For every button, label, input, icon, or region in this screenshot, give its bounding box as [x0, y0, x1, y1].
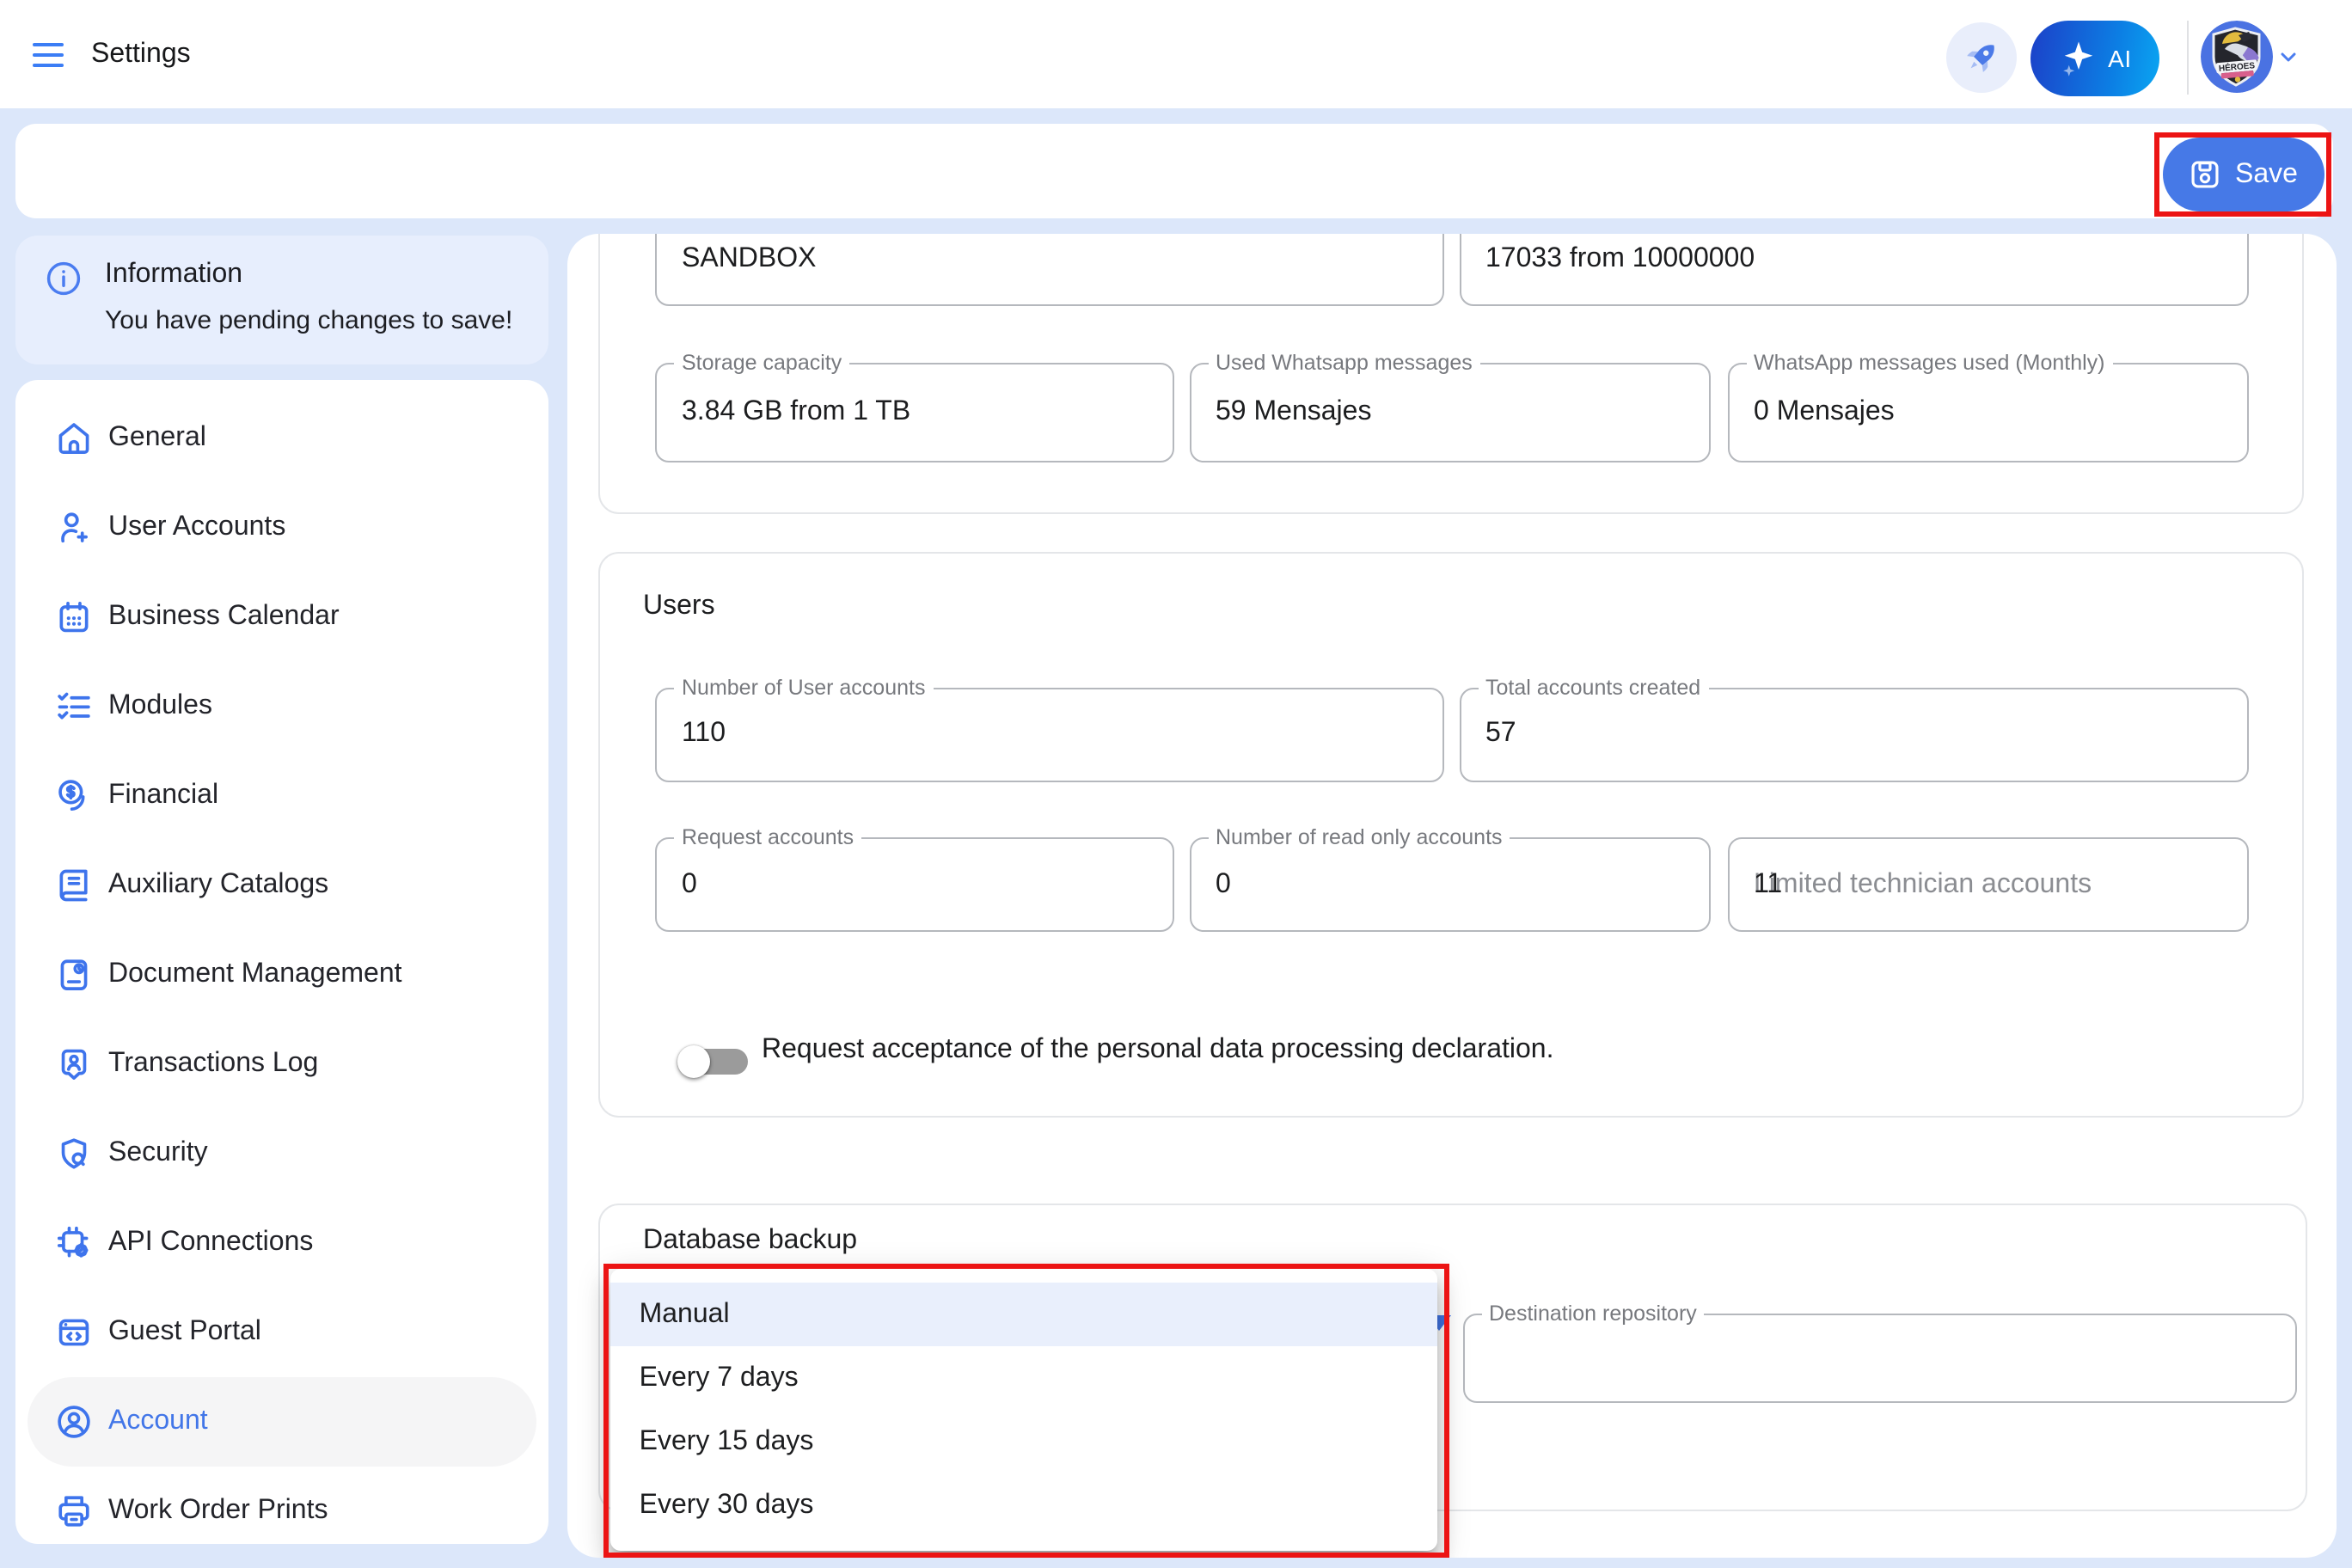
user-accounts-value: 110 [682, 719, 726, 750]
sidebar-item-label: Financial [108, 781, 218, 812]
actions-toolbar [15, 124, 2333, 218]
sidebar-item-icon [55, 1403, 93, 1441]
whatsapp-monthly-field[interactable]: WhatsApp messages used (Monthly) 0 Mensa… [1727, 363, 2249, 462]
sidebar-item-user-accounts[interactable]: User Accounts [28, 483, 536, 573]
sidebar-item-label: User Accounts [108, 512, 285, 543]
messages-quota-field[interactable]: 17033 from 10000000 [1459, 234, 2249, 305]
request-accounts-value: 0 [682, 869, 697, 900]
readonly-accounts-field[interactable]: Number of read only accounts 0 [1189, 837, 1710, 932]
top-app-bar: Settings [0, 0, 2352, 108]
page-title: Settings [91, 37, 191, 70]
avatar[interactable]: HÉROES [2201, 21, 2273, 93]
sidebar-item-api-connections[interactable]: API Connections [28, 1198, 536, 1288]
database-section-title: Database backup [643, 1223, 857, 1256]
sidebar-item-modules[interactable]: Modules [28, 662, 536, 751]
storage-capacity-label: Storage capacity [674, 351, 849, 377]
request-accounts-label: Request accounts [674, 825, 861, 851]
limited-technician-value: 11 [1754, 869, 1782, 900]
settings-menu: General User Accounts Business Calendar Mod… [15, 379, 548, 1543]
storage-capacity-field[interactable]: Storage capacity 3.84 GB from 1 TB [655, 363, 1174, 462]
used-whatsapp-label: Used Whatsapp messages [1208, 351, 1480, 377]
sidebar-item-icon [55, 688, 93, 726]
settings-page: Settings [0, 0, 2352, 1568]
whatsapp-monthly-value: 0 Mensajes [1754, 397, 1895, 428]
annotation-rect-save [2153, 132, 2331, 217]
sidebar-item-document-management[interactable]: Document Management [28, 930, 536, 1020]
sidebar-item-icon [55, 1135, 93, 1173]
sidebar-item-label: Guest Portal [108, 1317, 261, 1348]
sparkle-icon [2056, 36, 2101, 81]
sidebar-item-icon [55, 777, 93, 815]
data-processing-toggle-label: Request acceptance of the personal data … [762, 1032, 1554, 1065]
limited-technician-field[interactable]: Limited technician accounts 11 [1727, 837, 2249, 932]
total-accounts-value: 57 [1485, 719, 1516, 750]
info-banner: Information You have pending changes to … [15, 236, 548, 364]
environment-field[interactable]: SANDBOX [655, 234, 1443, 305]
rocket-icon [1961, 36, 2002, 77]
sidebar-item-account[interactable]: Account [28, 1377, 536, 1467]
destination-repository-label: Destination repository [1481, 1301, 1705, 1326]
sidebar-item-icon [55, 1314, 93, 1351]
sidebar-item-icon [55, 1045, 93, 1083]
sidebar-item-work-order-prints[interactable]: Work Order Prints [28, 1467, 536, 1556]
menu-hamburger-icon[interactable] [32, 42, 64, 66]
chevron-down-icon[interactable] [2278, 46, 2300, 69]
sidebar-item-auxiliary-catalogs[interactable]: Auxiliary Catalogs [28, 841, 536, 930]
rocket-button[interactable] [1946, 21, 2017, 92]
sidebar-item-label: API Connections [108, 1228, 313, 1259]
sidebar-item-general[interactable]: General [28, 394, 536, 483]
user-accounts-field[interactable]: Number of User accounts 110 [655, 687, 1443, 781]
sidebar-item-financial[interactable]: Financial [28, 751, 536, 841]
users-section-title: Users [643, 589, 715, 622]
ai-button[interactable]: AI [2030, 20, 2159, 96]
sidebar-item-icon [55, 420, 93, 457]
sidebar-item-icon [55, 867, 93, 904]
sidebar-item-label: Business Calendar [108, 602, 340, 633]
destination-repository-field[interactable]: Destination repository [1462, 1313, 2296, 1402]
sidebar-item-label: Modules [108, 691, 212, 722]
topbar-divider [2186, 21, 2188, 95]
used-whatsapp-field[interactable]: Used Whatsapp messages 59 Mensajes [1189, 363, 1710, 462]
sidebar-item-label: Document Management [108, 959, 402, 990]
info-icon [45, 260, 79, 294]
limited-technician-placeholder: Limited technician accounts [1754, 869, 2092, 900]
sidebar-item-icon [55, 1492, 93, 1530]
sidebar-item-guest-portal[interactable]: Guest Portal [28, 1288, 536, 1377]
sidebar-item-label: Account [108, 1406, 208, 1437]
sidebar-item-security[interactable]: Security [28, 1109, 536, 1198]
sidebar-item-icon [55, 1224, 93, 1262]
sidebar-item-label: Work Order Prints [108, 1496, 328, 1527]
sidebar-item-transactions-log[interactable]: Transactions Log [28, 1020, 536, 1109]
total-accounts-field[interactable]: Total accounts created 57 [1459, 687, 2249, 781]
sidebar-item-label: Transactions Log [108, 1049, 318, 1080]
used-whatsapp-value: 59 Mensajes [1216, 397, 1371, 428]
messages-quota-value: 17033 from 10000000 [1485, 243, 1755, 274]
data-processing-toggle[interactable] [677, 1032, 759, 1091]
request-accounts-field[interactable]: Request accounts 0 [655, 837, 1174, 932]
sidebar-item-icon [55, 509, 93, 547]
total-accounts-label: Total accounts created [1478, 675, 1708, 701]
info-banner-message: You have pending changes to save! [105, 305, 512, 336]
ai-button-label: AI [2108, 45, 2132, 72]
whatsapp-monthly-label: WhatsApp messages used (Monthly) [1746, 351, 2113, 377]
readonly-accounts-value: 0 [1216, 869, 1231, 900]
sidebar-item-icon [55, 598, 93, 636]
sidebar-item-label: Security [108, 1138, 208, 1169]
storage-capacity-value: 3.84 GB from 1 TB [682, 397, 910, 428]
info-banner-title: Information [105, 258, 242, 291]
annotation-rect-dropdown [603, 1264, 1449, 1557]
environment-value: SANDBOX [682, 243, 817, 274]
user-accounts-label: Number of User accounts [674, 675, 933, 701]
readonly-accounts-label: Number of read only accounts [1208, 825, 1510, 851]
sidebar-item-label: General [108, 423, 206, 454]
sidebar-item-business-calendar[interactable]: Business Calendar [28, 573, 536, 662]
sidebar-item-icon [55, 956, 93, 994]
sidebar-item-label: Auxiliary Catalogs [108, 870, 328, 901]
